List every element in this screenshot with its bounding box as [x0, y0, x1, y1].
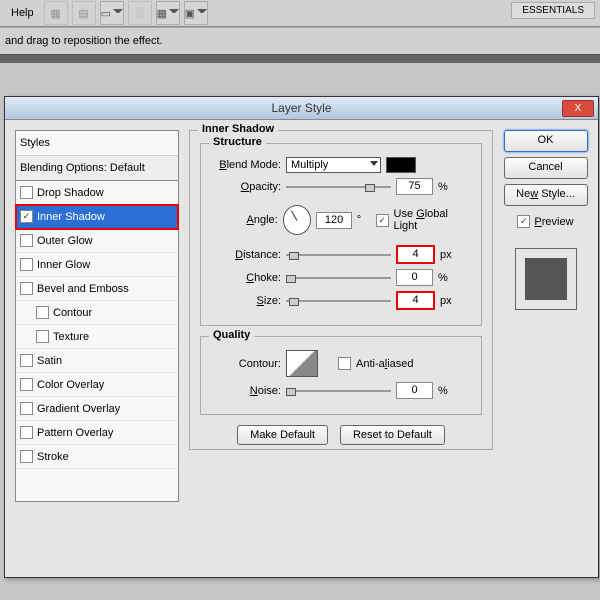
antialiased-label: Anti-aliased — [356, 358, 414, 370]
color-swatch[interactable] — [386, 157, 416, 173]
style-inner-glow[interactable]: Inner Glow — [16, 253, 178, 277]
checkbox-icon[interactable]: ✓ — [20, 210, 33, 223]
style-outer-glow[interactable]: Outer Glow — [16, 229, 178, 253]
angle-label: Angle: — [211, 214, 278, 226]
tool-dropdown[interactable]: ▦ — [156, 1, 180, 25]
panel-title: Inner Shadow — [198, 123, 278, 135]
workspace-essentials[interactable]: ESSENTIALS — [511, 2, 595, 19]
opacity-label: Opacity: — [211, 181, 281, 193]
choke-label: Choke: — [211, 272, 281, 284]
tool-dropdown[interactable]: ▣ — [184, 1, 208, 25]
tool-icon: ░ — [128, 1, 152, 25]
reset-default-button[interactable]: Reset to Default — [340, 425, 445, 445]
tool-icon: ▤ — [72, 1, 96, 25]
contour-label: Contour: — [211, 358, 281, 370]
styles-header[interactable]: Styles — [16, 131, 178, 156]
cancel-button[interactable]: Cancel — [504, 157, 588, 179]
checkbox-icon[interactable] — [20, 426, 33, 439]
dialog-titlebar: Layer Style X — [5, 97, 598, 120]
settings-panel: Inner Shadow Structure Blend Mode: Multi… — [189, 130, 493, 568]
checkbox-icon[interactable] — [20, 354, 33, 367]
checkbox-icon[interactable] — [20, 258, 33, 271]
angle-input[interactable]: 120 — [316, 212, 351, 229]
checkbox-icon[interactable] — [20, 282, 33, 295]
noise-slider[interactable] — [286, 385, 391, 397]
dialog-buttons: OK Cancel New Style... ✓ Preview — [503, 130, 588, 568]
quality-legend: Quality — [209, 329, 254, 341]
opacity-input[interactable]: 75 — [396, 178, 433, 195]
app-toolbar: Help ▦ ▤ ▭ ░ ▦ ▣ ESSENTIALS — [0, 0, 600, 27]
preview-swatch — [515, 248, 577, 310]
blending-options[interactable]: Blending Options: Default — [16, 156, 178, 181]
checkbox-icon[interactable] — [20, 402, 33, 415]
make-default-button[interactable]: Make Default — [237, 425, 328, 445]
noise-input[interactable]: 0 — [396, 382, 433, 399]
style-pattern-overlay[interactable]: Pattern Overlay — [16, 421, 178, 445]
size-label: Size: — [211, 295, 281, 307]
style-bevel[interactable]: Bevel and Emboss — [16, 277, 178, 301]
blend-mode-dropdown[interactable]: Multiply — [286, 157, 381, 173]
styles-list: Styles Blending Options: Default Drop Sh… — [15, 130, 179, 502]
info-bar: and drag to reposition the effect. — [0, 27, 600, 55]
distance-label: Distance: — [211, 249, 281, 261]
checkbox-icon[interactable] — [36, 306, 49, 319]
chevron-down-icon — [370, 161, 378, 166]
checkbox-icon[interactable] — [36, 330, 49, 343]
tool-icon: ▦ — [44, 1, 68, 25]
distance-slider[interactable] — [286, 249, 391, 261]
new-style-button[interactable]: New Style... — [504, 184, 588, 206]
angle-dial[interactable] — [283, 205, 312, 235]
checkbox-icon[interactable] — [20, 186, 33, 199]
style-texture[interactable]: Texture — [16, 325, 178, 349]
opacity-slider[interactable] — [286, 181, 391, 193]
size-input[interactable]: 4 — [396, 291, 435, 310]
structure-legend: Structure — [209, 136, 266, 148]
help-menu[interactable]: Help — [5, 5, 40, 21]
dialog-title: Layer Style — [271, 101, 331, 115]
size-slider[interactable] — [286, 295, 391, 307]
antialiased-checkbox[interactable] — [338, 357, 351, 370]
choke-slider[interactable] — [286, 272, 391, 284]
checkbox-icon[interactable] — [20, 378, 33, 391]
style-drop-shadow[interactable]: Drop Shadow — [16, 181, 178, 205]
contour-picker[interactable] — [286, 350, 318, 377]
style-contour[interactable]: Contour — [16, 301, 178, 325]
choke-input[interactable]: 0 — [396, 269, 433, 286]
close-icon[interactable]: X — [562, 100, 594, 117]
checkbox-icon[interactable] — [20, 450, 33, 463]
style-stroke[interactable]: Stroke — [16, 445, 178, 469]
global-light-label: Use Global Light — [394, 208, 472, 232]
layer-style-dialog: Layer Style X Styles Blending Options: D… — [4, 96, 599, 578]
noise-label: Noise: — [211, 385, 281, 397]
tool-dropdown[interactable]: ▭ — [100, 1, 124, 25]
style-gradient-overlay[interactable]: Gradient Overlay — [16, 397, 178, 421]
blend-mode-label: Blend Mode: — [211, 159, 281, 171]
style-inner-shadow[interactable]: ✓Inner Shadow — [16, 205, 178, 229]
style-color-overlay[interactable]: Color Overlay — [16, 373, 178, 397]
style-satin[interactable]: Satin — [16, 349, 178, 373]
checkbox-icon[interactable] — [20, 234, 33, 247]
global-light-checkbox[interactable]: ✓ — [376, 214, 388, 227]
distance-input[interactable]: 4 — [396, 245, 435, 264]
ok-button[interactable]: OK — [504, 130, 588, 152]
preview-label: Preview — [534, 216, 573, 228]
preview-checkbox[interactable]: ✓ — [517, 215, 530, 228]
